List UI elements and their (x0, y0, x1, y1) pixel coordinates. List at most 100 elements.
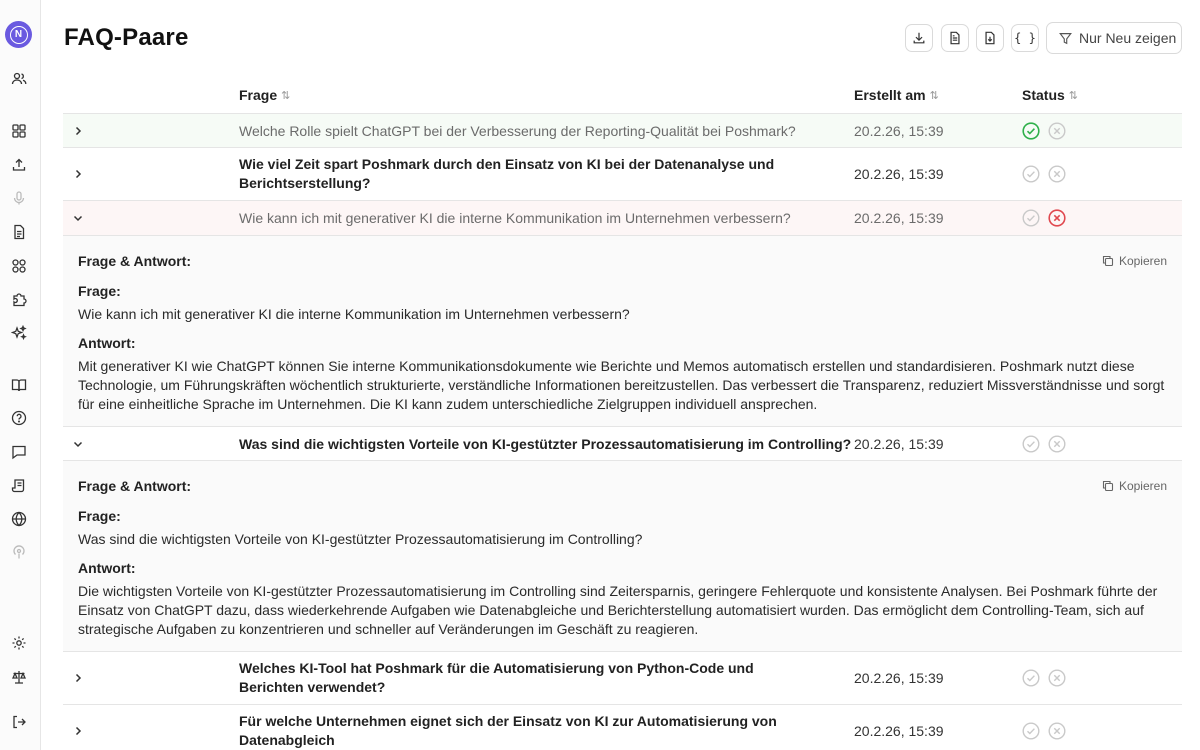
file-download-icon (985, 31, 995, 45)
detail-question: Wie kann ich mit generativer KI die inte… (78, 306, 630, 322)
file-text-icon (950, 31, 960, 45)
export-text-button[interactable] (941, 24, 969, 52)
sort-icon: ⇅ (929, 89, 939, 102)
question-text: Wie viel Zeit spart Poshmark durch den E… (239, 156, 775, 191)
status-actions (1022, 435, 1066, 453)
approve-check-icon[interactable] (1022, 165, 1040, 183)
chevron-right-icon[interactable] (71, 124, 85, 138)
detail-heading: Frage & Antwort: (78, 253, 192, 269)
approve-check-icon[interactable] (1022, 669, 1040, 687)
question-text: Was sind die wichtigsten Vorteile von KI… (239, 436, 852, 452)
status-actions (1022, 722, 1066, 740)
created-date: 20.2.26, 15:39 (854, 123, 944, 139)
table-row[interactable]: Für welche Unternehmen eignet sich der E… (63, 705, 1182, 750)
created-date: 20.2.26, 15:39 (854, 670, 944, 686)
app: N FAQ-Paare { } Nur Neu zeigen Frage ⇅ E… (0, 0, 1200, 750)
logout-icon[interactable] (9, 712, 29, 732)
question-label: Frage: (78, 508, 121, 524)
export-file-button[interactable] (976, 24, 1004, 52)
filter-label: Nur Neu zeigen (1079, 30, 1177, 46)
reject-x-icon[interactable] (1048, 165, 1066, 183)
chevron-right-icon[interactable] (71, 724, 85, 738)
reject-x-icon[interactable] (1048, 722, 1066, 740)
reject-x-icon[interactable] (1048, 669, 1066, 687)
question-text: Wie kann ich mit generativer KI die inte… (239, 210, 791, 226)
filter-icon (1059, 32, 1072, 44)
table-row[interactable]: Welche Rolle spielt ChatGPT bei der Verb… (63, 114, 1182, 148)
reject-x-icon[interactable] (1048, 435, 1066, 453)
sort-icon: ⇅ (1068, 89, 1079, 102)
page-title: FAQ-Paare (64, 24, 189, 51)
logo-letter: N (9, 25, 28, 44)
faq-detail-panel: Frage & Antwort: Kopieren Frage: Was sin… (63, 461, 1182, 652)
help-icon[interactable] (9, 408, 29, 428)
status-actions (1022, 122, 1066, 140)
approve-check-icon[interactable] (1022, 122, 1040, 140)
code-braces-icon: { } (1014, 31, 1036, 45)
created-date: 20.2.26, 15:39 (854, 166, 944, 182)
copy-button[interactable]: Kopieren (1102, 254, 1167, 268)
chat-icon[interactable] (9, 442, 29, 462)
chevron-down-icon[interactable] (71, 211, 85, 225)
detail-heading: Frage & Antwort: (78, 478, 192, 494)
detail-question: Was sind die wichtigsten Vorteile von KI… (78, 531, 643, 547)
created-date: 20.2.26, 15:39 (854, 436, 944, 452)
copy-label: Kopieren (1118, 254, 1167, 268)
created-date: 20.2.26, 15:39 (854, 723, 944, 739)
question-text: Welches KI-Tool hat Poshmark für die Aut… (239, 660, 754, 695)
microphone-icon[interactable] (9, 188, 29, 208)
table-row[interactable]: Welches KI-Tool hat Poshmark für die Aut… (63, 652, 1182, 705)
sort-icon: ⇅ (281, 89, 291, 102)
question-text: Für welche Unternehmen eignet sich der E… (239, 713, 777, 748)
dashboard-icon[interactable] (9, 121, 29, 141)
export-json-button[interactable]: { } (1011, 24, 1039, 52)
status-actions (1022, 209, 1066, 227)
document-icon[interactable] (9, 222, 29, 242)
sparkles-icon[interactable] (9, 323, 29, 343)
users-icon[interactable] (9, 69, 29, 89)
chevron-right-icon[interactable] (71, 671, 85, 685)
book-icon[interactable] (9, 375, 29, 395)
download-icon (913, 32, 925, 44)
approve-check-icon[interactable] (1022, 722, 1040, 740)
created-date: 20.2.26, 15:39 (854, 210, 944, 226)
table-row[interactable]: Was sind die wichtigsten Vorteile von KI… (63, 427, 1182, 461)
question-label: Frage: (78, 283, 121, 299)
table-row[interactable]: Wie viel Zeit spart Poshmark durch den E… (63, 148, 1182, 201)
copy-icon (1102, 480, 1114, 492)
column-status[interactable]: Status ⇅ (1022, 87, 1078, 103)
podcast-icon[interactable] (9, 542, 29, 562)
globe-icon[interactable] (9, 509, 29, 529)
copy-icon (1102, 255, 1114, 267)
status-actions (1022, 165, 1066, 183)
approve-check-icon[interactable] (1022, 435, 1040, 453)
detail-answer: Mit generativer KI wie ChatGPT können Si… (78, 358, 1165, 412)
download-button[interactable] (905, 24, 933, 52)
sidebar: N (0, 0, 41, 750)
puzzle-icon[interactable] (9, 289, 29, 309)
copy-button[interactable]: Kopieren (1102, 479, 1167, 493)
settings-icon[interactable] (9, 633, 29, 653)
detail-answer: Die wichtigsten Vorteile von KI-gestützt… (78, 583, 1158, 637)
reject-x-icon[interactable] (1048, 122, 1066, 140)
chevron-right-icon[interactable] (71, 167, 85, 181)
app-logo[interactable]: N (5, 21, 32, 48)
column-question[interactable]: Frage ⇅ (239, 87, 290, 103)
script-icon[interactable] (9, 476, 29, 496)
filter-new-button[interactable]: Nur Neu zeigen (1046, 22, 1182, 54)
upload-icon[interactable] (9, 155, 29, 175)
faq-detail-panel: Frage & Antwort: Kopieren Frage: Wie kan… (63, 236, 1182, 427)
question-text: Welche Rolle spielt ChatGPT bei der Verb… (239, 123, 796, 139)
table-header: Frage ⇅ Erstellt am ⇅ Status ⇅ (63, 78, 1182, 114)
chevron-down-icon[interactable] (71, 437, 85, 451)
scale-icon[interactable] (9, 667, 29, 687)
faq-table: Frage ⇅ Erstellt am ⇅ Status ⇅ Welche Rolle… (63, 78, 1182, 750)
copy-label: Kopieren (1118, 479, 1167, 493)
answer-label: Antwort: (78, 335, 136, 351)
status-actions (1022, 669, 1066, 687)
table-row[interactable]: Wie kann ich mit generativer KI die inte… (63, 201, 1182, 236)
column-created[interactable]: Erstellt am ⇅ (854, 87, 939, 103)
integration-icon[interactable] (9, 256, 29, 276)
approve-check-icon[interactable] (1022, 209, 1040, 227)
reject-x-icon[interactable] (1048, 209, 1066, 227)
